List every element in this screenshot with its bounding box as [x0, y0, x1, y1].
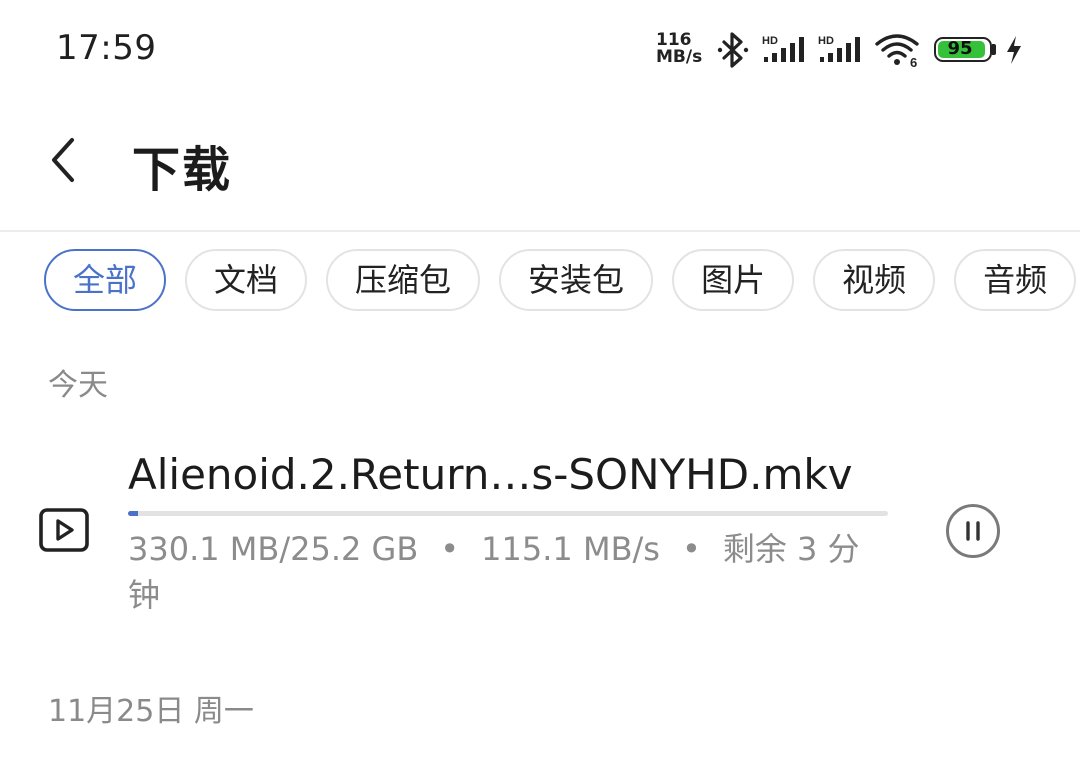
charging-icon: [1007, 36, 1021, 64]
filter-chip-images[interactable]: 图片: [672, 249, 795, 311]
download-progress-bar: [128, 511, 888, 516]
bluetooth-icon: [717, 32, 749, 68]
pause-button[interactable]: [945, 503, 1001, 559]
chevron-left-icon: [52, 138, 74, 182]
filter-chip-archives[interactable]: 压缩包: [326, 249, 481, 311]
signal-icon: HD: [762, 35, 804, 62]
filter-tabs: 全部 文档 压缩包 安装包 图片 视频 音频: [44, 249, 1080, 311]
filter-chip-all[interactable]: 全部: [44, 249, 167, 311]
signal-icon: HD: [818, 35, 860, 62]
download-speed: 115.1 MB/s: [481, 530, 660, 568]
battery-icon: 95: [934, 37, 992, 62]
pause-icon: [946, 504, 1000, 558]
download-size-progress: 330.1 MB/25.2 GB: [128, 530, 419, 568]
signal-hd-label: HD: [762, 35, 778, 47]
section-header-today: 今天: [48, 368, 108, 403]
filter-chip-documents[interactable]: 文档: [185, 249, 308, 311]
wifi-standard-label: 6: [910, 55, 917, 68]
status-time: 17:59: [56, 28, 157, 68]
video-file-icon: [39, 508, 89, 552]
app-header: 下载: [0, 110, 1080, 210]
filter-chip-apks[interactable]: 安装包: [499, 249, 654, 311]
back-button[interactable]: [38, 130, 98, 190]
battery-level: 95: [947, 38, 973, 59]
wifi-icon: 6: [875, 34, 919, 68]
page-title: 下载: [132, 142, 233, 198]
network-speed-unit: MB/s: [656, 47, 703, 67]
section-header-date: 11月25日 周一: [48, 694, 254, 729]
download-file-name: Alienoid.2.Return…s-SONYHD.mkv: [128, 450, 853, 499]
download-meta: 330.1 MB/25.2 GB • 115.1 MB/s • 剩余 3 分钟: [128, 526, 888, 618]
header-divider: [0, 230, 1080, 232]
battery-tip: [992, 44, 996, 55]
separator-dot: •: [440, 530, 460, 568]
filter-chip-videos[interactable]: 视频: [813, 249, 936, 311]
signal-hd-label: HD: [818, 35, 834, 47]
status-bar: 17:59 116 MB/s HD HD 6 95: [0, 0, 1080, 100]
separator-dot: •: [681, 530, 701, 568]
network-speed: 116 MB/s: [656, 32, 712, 66]
filter-chip-audio[interactable]: 音频: [954, 249, 1077, 311]
download-progress-fill: [128, 511, 138, 516]
download-item[interactable]: Alienoid.2.Return…s-SONYHD.mkv 330.1 MB/…: [0, 440, 1080, 620]
